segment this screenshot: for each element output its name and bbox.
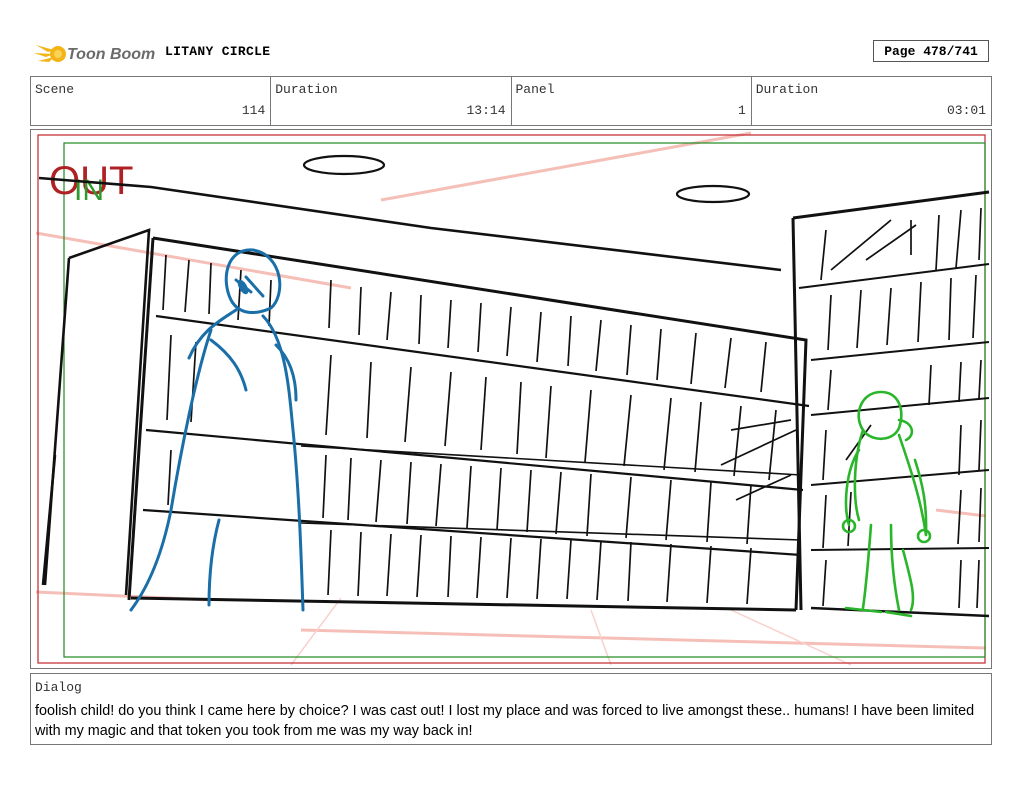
storyboard-panel: OUT IN [30,129,992,669]
dialog-label: Dialog [35,680,82,695]
scene-value: 114 [241,103,266,118]
toon-boom-logo-icon: Toon Boom [34,45,155,63]
dialog-box: Dialog foolish child! do you think I cam… [30,673,992,745]
ceiling-lights [302,154,751,204]
main-bookshelf [127,236,810,612]
project-title: LITANY CIRCLE [165,44,271,59]
in-frame [63,142,986,658]
panel-cell: Panel 1 [512,77,752,125]
panel-duration-cell: Duration 03:01 [752,77,991,125]
scene-duration-cell: Duration 13:14 [271,77,512,125]
panel-sketch: OUT IN [35,131,990,666]
out-frame [37,134,986,664]
toon-boom-logo: Toon Boom [32,36,156,70]
scene-info-table: Scene 114 Duration 13:14 Panel 1 Duratio… [30,76,992,126]
scene-duration-value: 13:14 [466,103,506,118]
panel-duration-value: 03:01 [946,103,986,118]
scene-cell: Scene 114 [31,77,272,125]
page-number: Page 478/741 [873,40,989,62]
dialog-text: foolish child! do you think I came here … [35,703,975,739]
scene-label: Scene [35,82,75,97]
panel-label: Panel [515,82,555,97]
in-label: IN [74,174,104,207]
logo-text: Toon Boom [67,46,155,63]
green-figure-sketch [841,390,932,618]
panel-duration-label: Duration [755,82,819,97]
scene-duration-label: Duration [275,82,338,97]
panel-value: 1 [737,103,746,118]
